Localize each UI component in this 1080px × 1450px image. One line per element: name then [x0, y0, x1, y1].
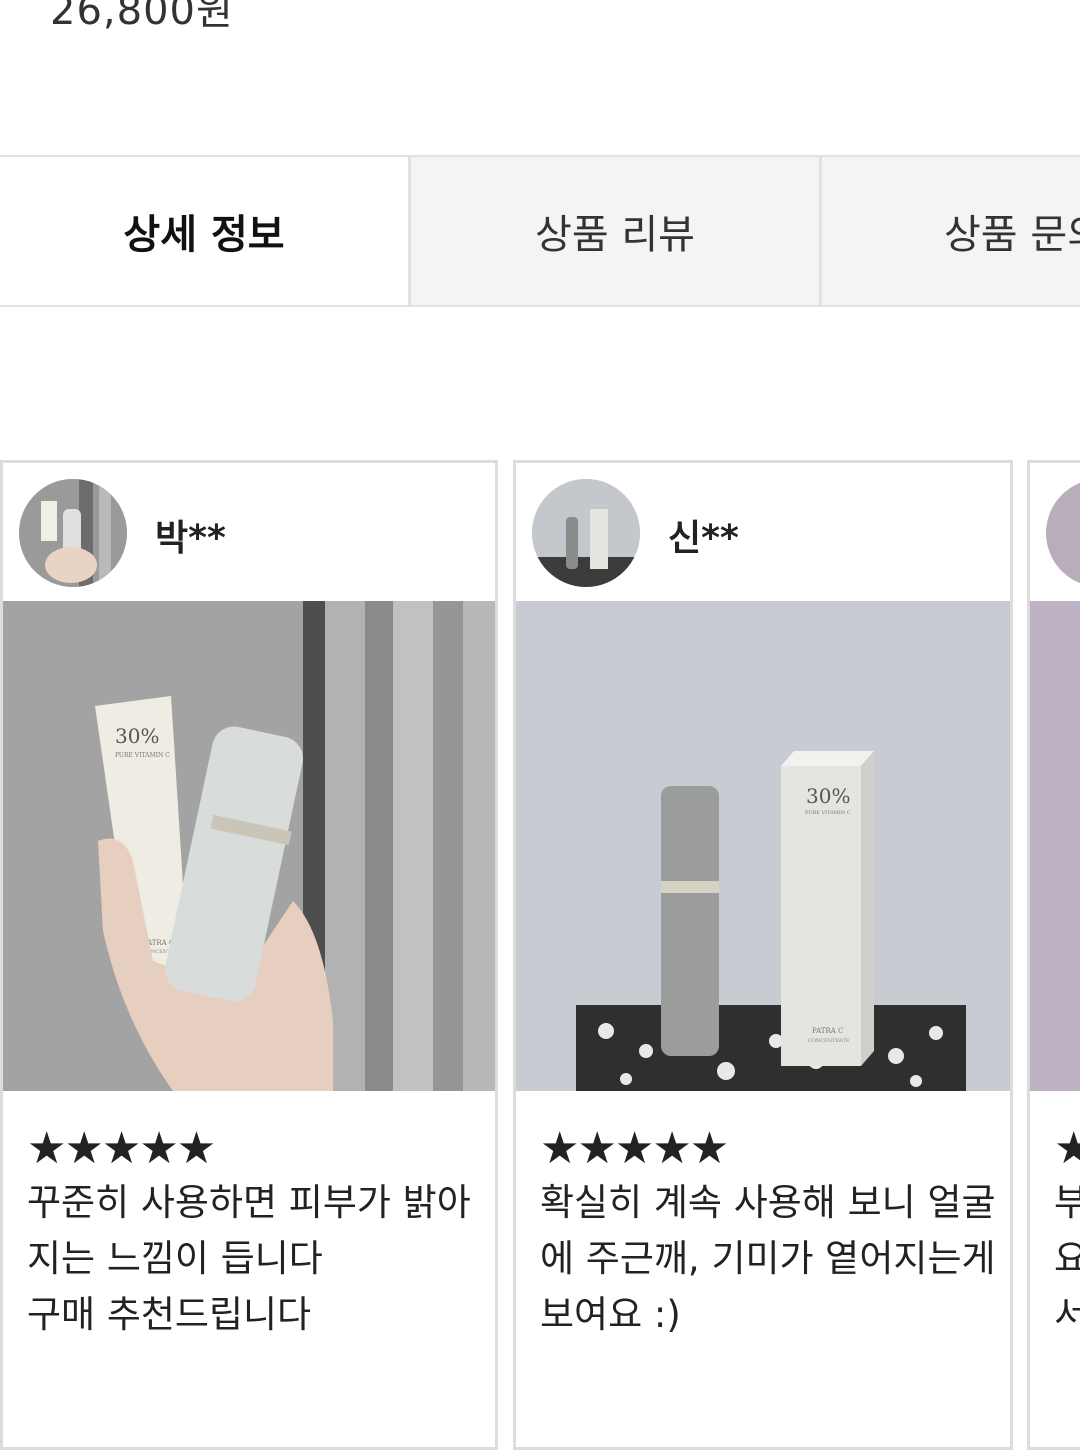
review-card[interactable]: ★ 부 요 서	[1027, 460, 1080, 1450]
review-line: 지는 느낌이 듭니다	[27, 1237, 323, 1280]
review-line: 부	[1054, 1175, 1080, 1231]
box-label-concentrate: CONCENTRATE	[808, 1038, 850, 1044]
review-text: 꾸준히 사용하면 피부가 밝아 지는 느낌이 듭니다 구매 추천드립니다	[27, 1175, 477, 1343]
review-photo[interactable]: 30% PURE VITAMIN C PATRA C CONCENTRATE	[3, 601, 495, 1091]
box-label-vitamin: PURE VITAMIN C	[115, 752, 170, 759]
review-header: 박**	[3, 463, 495, 601]
review-line: 서	[1054, 1287, 1080, 1343]
review-header	[1030, 463, 1080, 601]
review-card[interactable]: 박** 30% PURE VITAMIN C PATRA C CONCENTRA…	[0, 460, 498, 1450]
box-label-vitamin: PURE VITAMIN C	[805, 810, 851, 816]
tab-product-inquiry[interactable]: 상품 문의	[819, 157, 1080, 305]
box-label-percent: 30%	[806, 784, 850, 808]
reviewer-name: 신**	[668, 518, 739, 559]
avatar	[532, 479, 640, 587]
review-line: 구매 추천드립니다	[27, 1293, 312, 1336]
box-label-brand: PATRA C	[812, 1027, 843, 1035]
star-rating: ★★★★★	[540, 1123, 729, 1174]
review-line: 꾸준히 사용하면 피부가 밝아	[27, 1181, 471, 1224]
avatar	[1046, 479, 1080, 587]
reviewer-name: 박**	[155, 518, 226, 559]
review-line: 확실히 계속 사용해 보니 얼굴	[540, 1181, 996, 1224]
product-price: 26,800원	[50, 0, 234, 34]
avatar	[19, 479, 127, 587]
review-text: 확실히 계속 사용해 보니 얼굴 에 주근깨, 기미가 옅어지는게 보여요 :)	[540, 1175, 996, 1343]
tab-product-review[interactable]: 상품 리뷰	[408, 157, 819, 305]
product-tabs: 상세 정보 상품 리뷰 상품 문의	[0, 155, 1080, 307]
review-photo[interactable]: 30% PURE VITAMIN C PATRA C CONCENTRATE	[516, 601, 1010, 1091]
review-card[interactable]: 신** 30% PURE VITAMIN C PATRA C CONCENTRA…	[513, 460, 1013, 1450]
tab-detail-info[interactable]: 상세 정보	[0, 157, 408, 305]
review-photo[interactable]	[1030, 601, 1080, 1091]
review-text: 부 요 서	[1054, 1175, 1080, 1343]
review-line: 에 주근깨, 기미가 옅어지는게	[540, 1237, 996, 1280]
review-line: 보여요 :)	[540, 1293, 681, 1336]
review-header: 신**	[516, 463, 1010, 601]
star-rating: ★	[1054, 1123, 1080, 1174]
box-label-percent: 30%	[115, 724, 159, 748]
star-rating: ★★★★★	[27, 1123, 216, 1174]
review-line: 요	[1054, 1231, 1080, 1287]
